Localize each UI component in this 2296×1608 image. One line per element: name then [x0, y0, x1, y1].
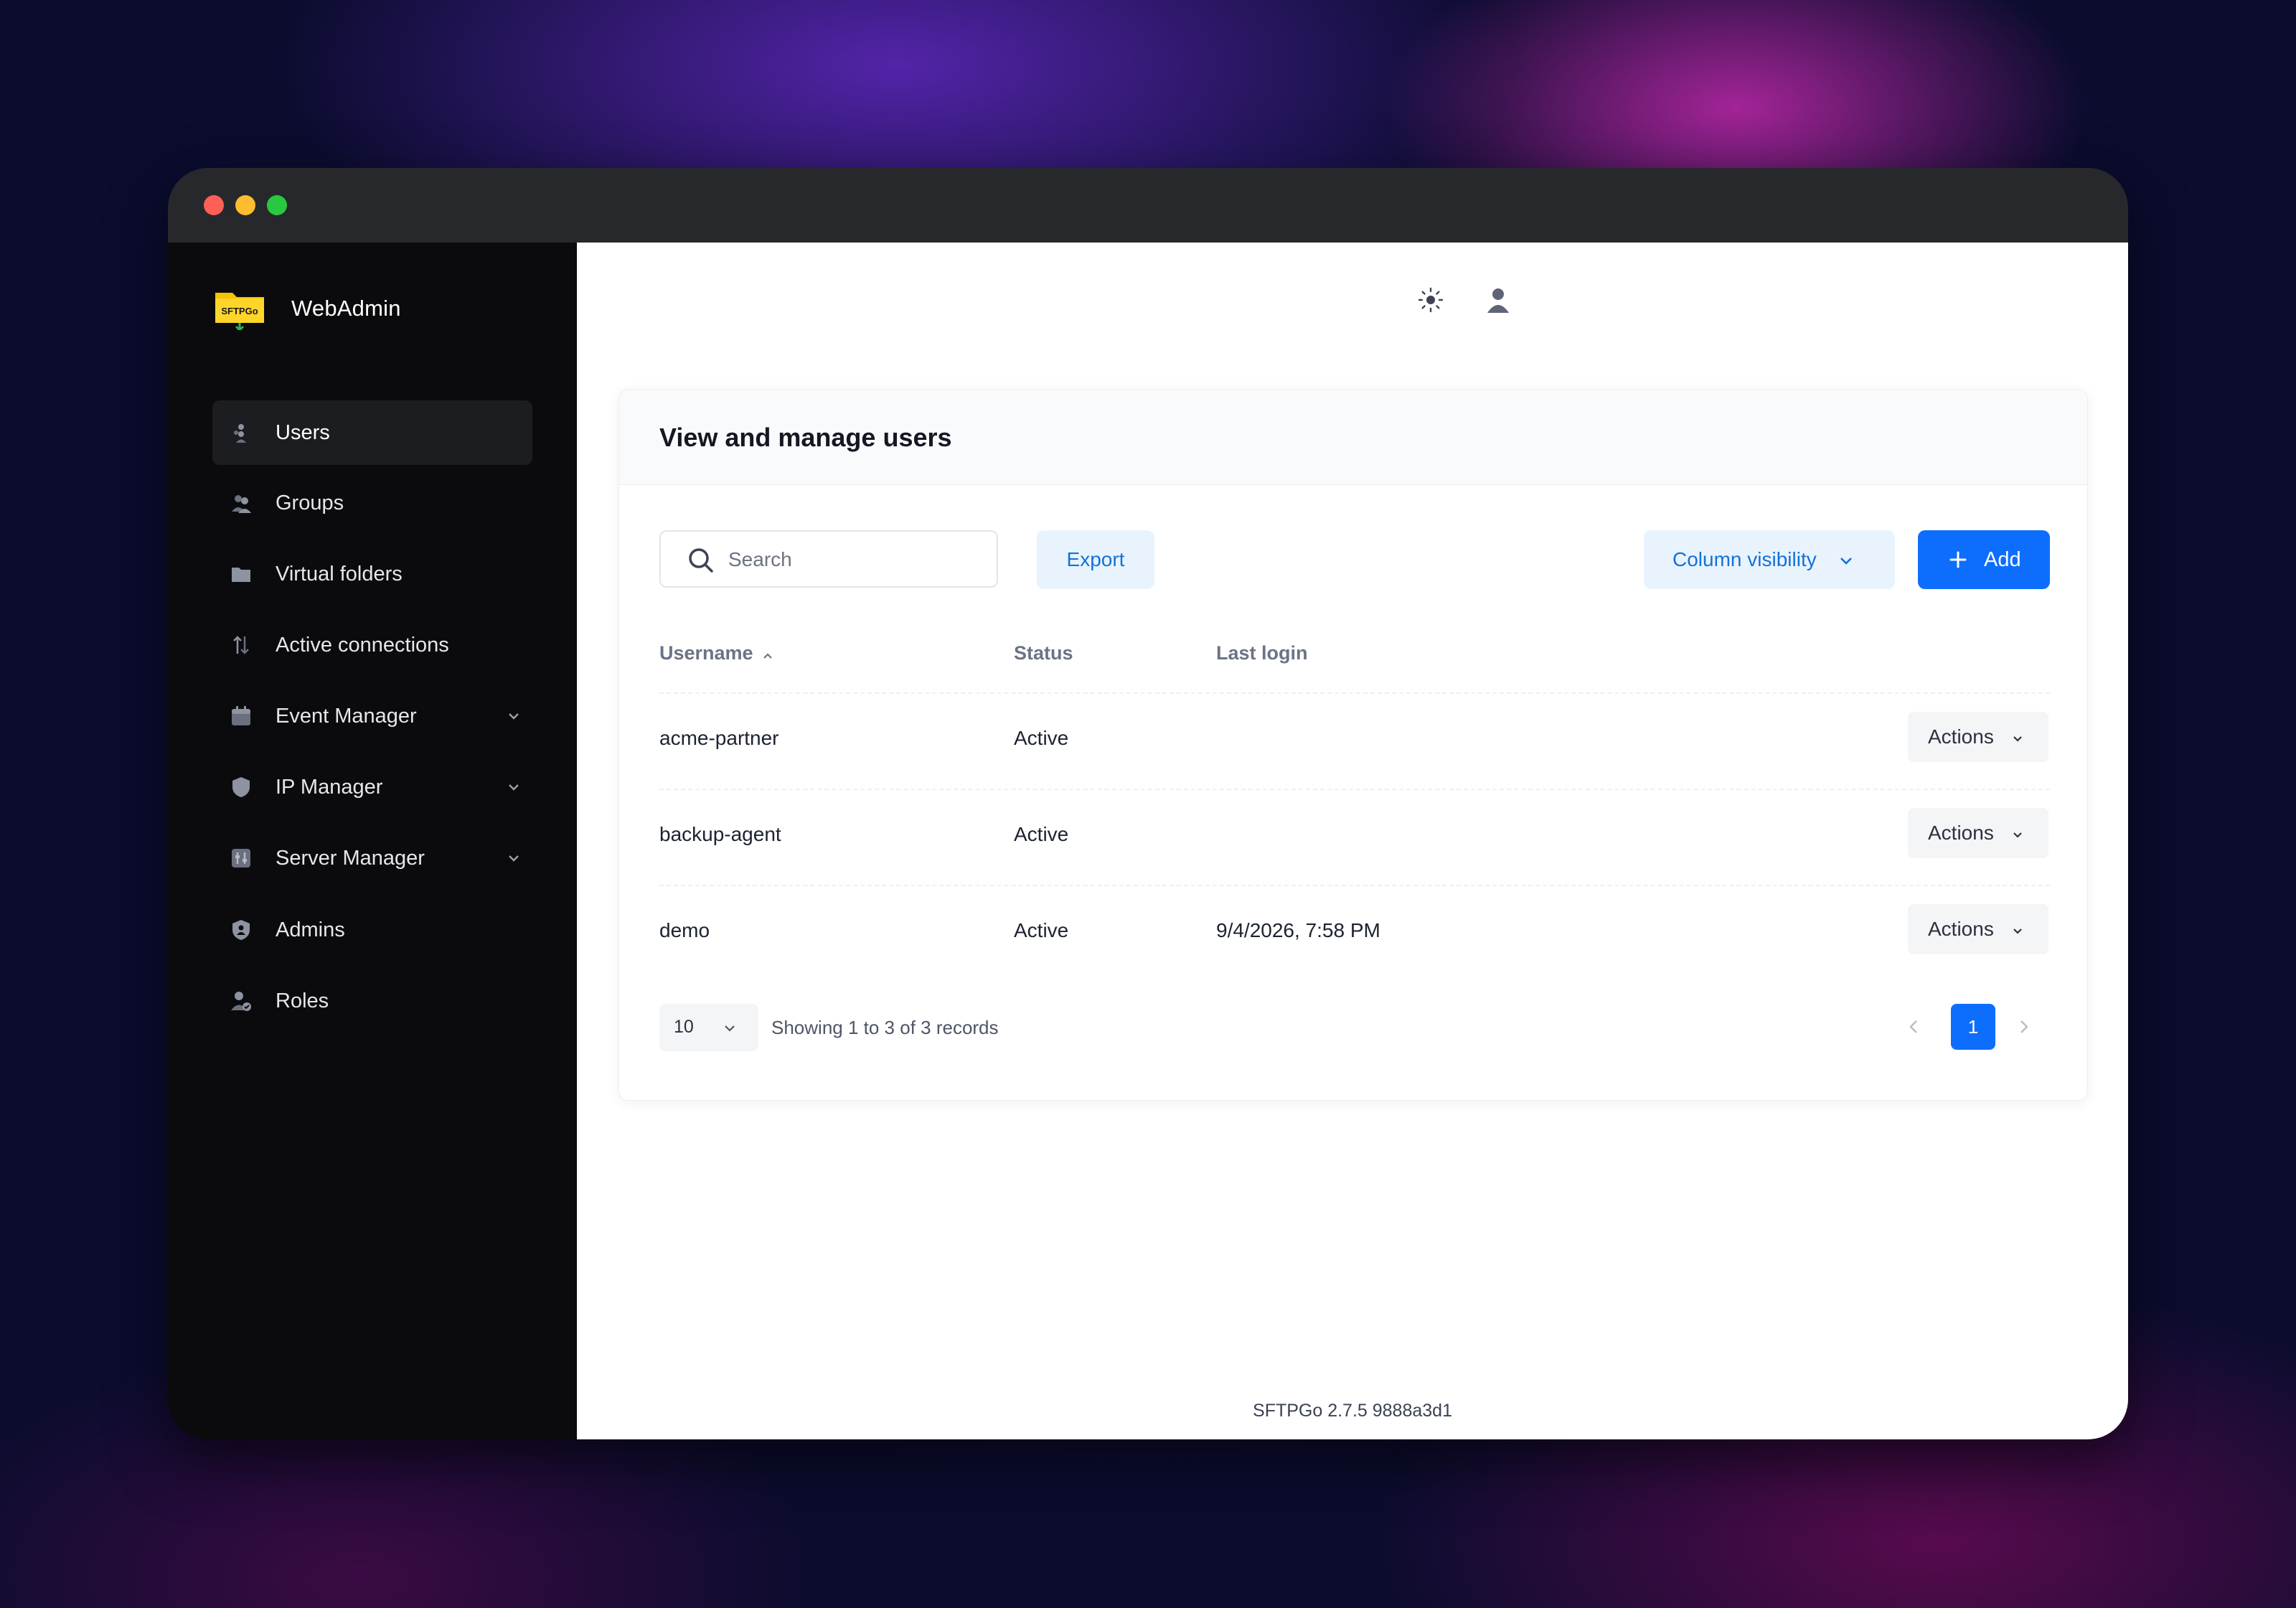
page-title: View and manage users — [659, 423, 952, 452]
sidebar-item-label: Virtual folders — [276, 562, 403, 586]
shield-icon — [232, 777, 250, 797]
sidebar-item-groups[interactable]: Groups — [212, 471, 532, 535]
row-actions-button[interactable]: Actions — [1908, 712, 2048, 762]
calendar-icon — [232, 706, 250, 725]
row-divider — [659, 789, 2050, 790]
row-divider — [659, 885, 2050, 886]
sidebar: SFTPGo WebAdmin Users Groups Virtual fol… — [168, 243, 577, 1439]
row-actions-button[interactable]: Actions — [1908, 904, 2048, 954]
cell-username: demo — [659, 919, 710, 941]
sidebar-item-roles[interactable]: Roles — [212, 969, 532, 1033]
arrows-up-down-icon — [233, 636, 249, 654]
sidebar-item-label: Active connections — [276, 633, 449, 657]
sidebar-item-virtual-folders[interactable]: Virtual folders — [212, 542, 532, 606]
users-icon — [234, 424, 246, 443]
server-settings-icon — [232, 849, 250, 868]
users-card: View and manage users Export Column visi… — [618, 389, 2088, 1101]
column-header-last-login[interactable]: Last login — [1216, 642, 1308, 664]
column-visibility-label: Column visibility — [1672, 548, 1817, 570]
actions-label: Actions — [1928, 725, 1994, 748]
sidebar-item-label: IP Manager — [276, 775, 383, 799]
main-content: View and manage users Export Column visi… — [577, 243, 2128, 1439]
sidebar-item-event-manager[interactable]: Event Manager — [212, 684, 532, 748]
sort-ascending-icon[interactable] — [761, 649, 774, 662]
sun-icon[interactable] — [1415, 284, 1446, 316]
add-label: Add — [1984, 547, 2021, 571]
app-title: WebAdmin — [291, 296, 401, 321]
actions-label: Actions — [1928, 918, 1994, 940]
sidebar-item-server-manager[interactable]: Server Manager — [212, 826, 532, 890]
user-icon[interactable] — [1482, 284, 1514, 316]
sidebar-item-label: Admins — [276, 918, 345, 941]
sidebar-item-users[interactable]: Users — [212, 400, 532, 465]
chevron-right-icon[interactable] — [2014, 1015, 2034, 1038]
sidebar-item-label: Users — [276, 420, 330, 444]
sidebar-item-label: Event Manager — [276, 704, 417, 728]
close-window-button[interactable] — [204, 195, 224, 215]
cell-status: Active — [1014, 727, 1069, 749]
column-header-username[interactable]: Username — [659, 642, 753, 664]
user-check-icon — [231, 992, 251, 1011]
sidebar-item-label: Server Manager — [276, 846, 425, 870]
sidebar-item-label: Roles — [276, 989, 329, 1012]
chevron-down-icon — [1840, 558, 1852, 565]
cell-status: Active — [1014, 823, 1069, 845]
row-actions-button[interactable]: Actions — [1908, 808, 2048, 858]
export-button[interactable]: Export — [1037, 530, 1154, 589]
row-divider — [659, 692, 2050, 694]
chevron-down-icon — [509, 855, 519, 862]
chevron-left-icon[interactable] — [1904, 1015, 1924, 1038]
sidebar-item-ip-manager[interactable]: IP Manager — [212, 755, 532, 819]
card-header: View and manage users — [619, 390, 2087, 485]
search-icon — [689, 548, 713, 573]
page-size-value: 10 — [674, 1017, 694, 1037]
window-titlebar — [168, 168, 2128, 243]
minimize-window-button[interactable] — [235, 195, 255, 215]
chevron-down-icon — [2013, 736, 2022, 742]
search-field[interactable] — [659, 530, 998, 588]
chevron-down-icon — [725, 1025, 735, 1032]
admin-shield-icon — [232, 920, 250, 940]
chevron-down-icon — [2013, 928, 2022, 934]
svg-text:SFTPGo: SFTPGo — [221, 306, 258, 316]
page-size-select[interactable]: 10 — [659, 1004, 758, 1051]
column-header-status[interactable]: Status — [1014, 642, 1073, 664]
cell-username: acme-partner — [659, 727, 779, 749]
sidebar-item-label: Groups — [276, 491, 344, 514]
sftpgo-logo-icon: SFTPGo — [214, 287, 265, 332]
sidebar-item-admins[interactable]: Admins — [212, 898, 532, 962]
cell-username: backup-agent — [659, 823, 781, 845]
page-button-current[interactable]: 1 — [1951, 1004, 1995, 1050]
column-visibility-button[interactable]: Column visibility — [1644, 530, 1895, 589]
chevron-down-icon — [509, 713, 519, 720]
actions-label: Actions — [1928, 822, 1994, 844]
cell-last-login: 9/4/2026, 7:58 PM — [1216, 919, 1380, 941]
chevron-down-icon — [2013, 832, 2022, 838]
cell-status: Active — [1014, 919, 1069, 941]
sidebar-item-active-connections[interactable]: Active connections — [212, 613, 532, 677]
version-footer: SFTPGo 2.7.5 9888a3d1 — [1253, 1401, 1452, 1421]
search-input[interactable] — [727, 542, 988, 578]
add-user-button[interactable]: Add — [1918, 530, 2050, 589]
maximize-window-button[interactable] — [267, 195, 287, 215]
brand[interactable]: SFTPGo WebAdmin — [214, 287, 401, 332]
app-window: SFTPGo WebAdmin Users Groups Virtual fol… — [168, 168, 2128, 1439]
records-info: Showing 1 to 3 of 3 records — [771, 1017, 999, 1038]
chevron-down-icon — [509, 784, 519, 791]
plus-icon — [1949, 551, 1967, 568]
folder-icon — [232, 568, 250, 582]
groups-icon — [232, 495, 251, 513]
